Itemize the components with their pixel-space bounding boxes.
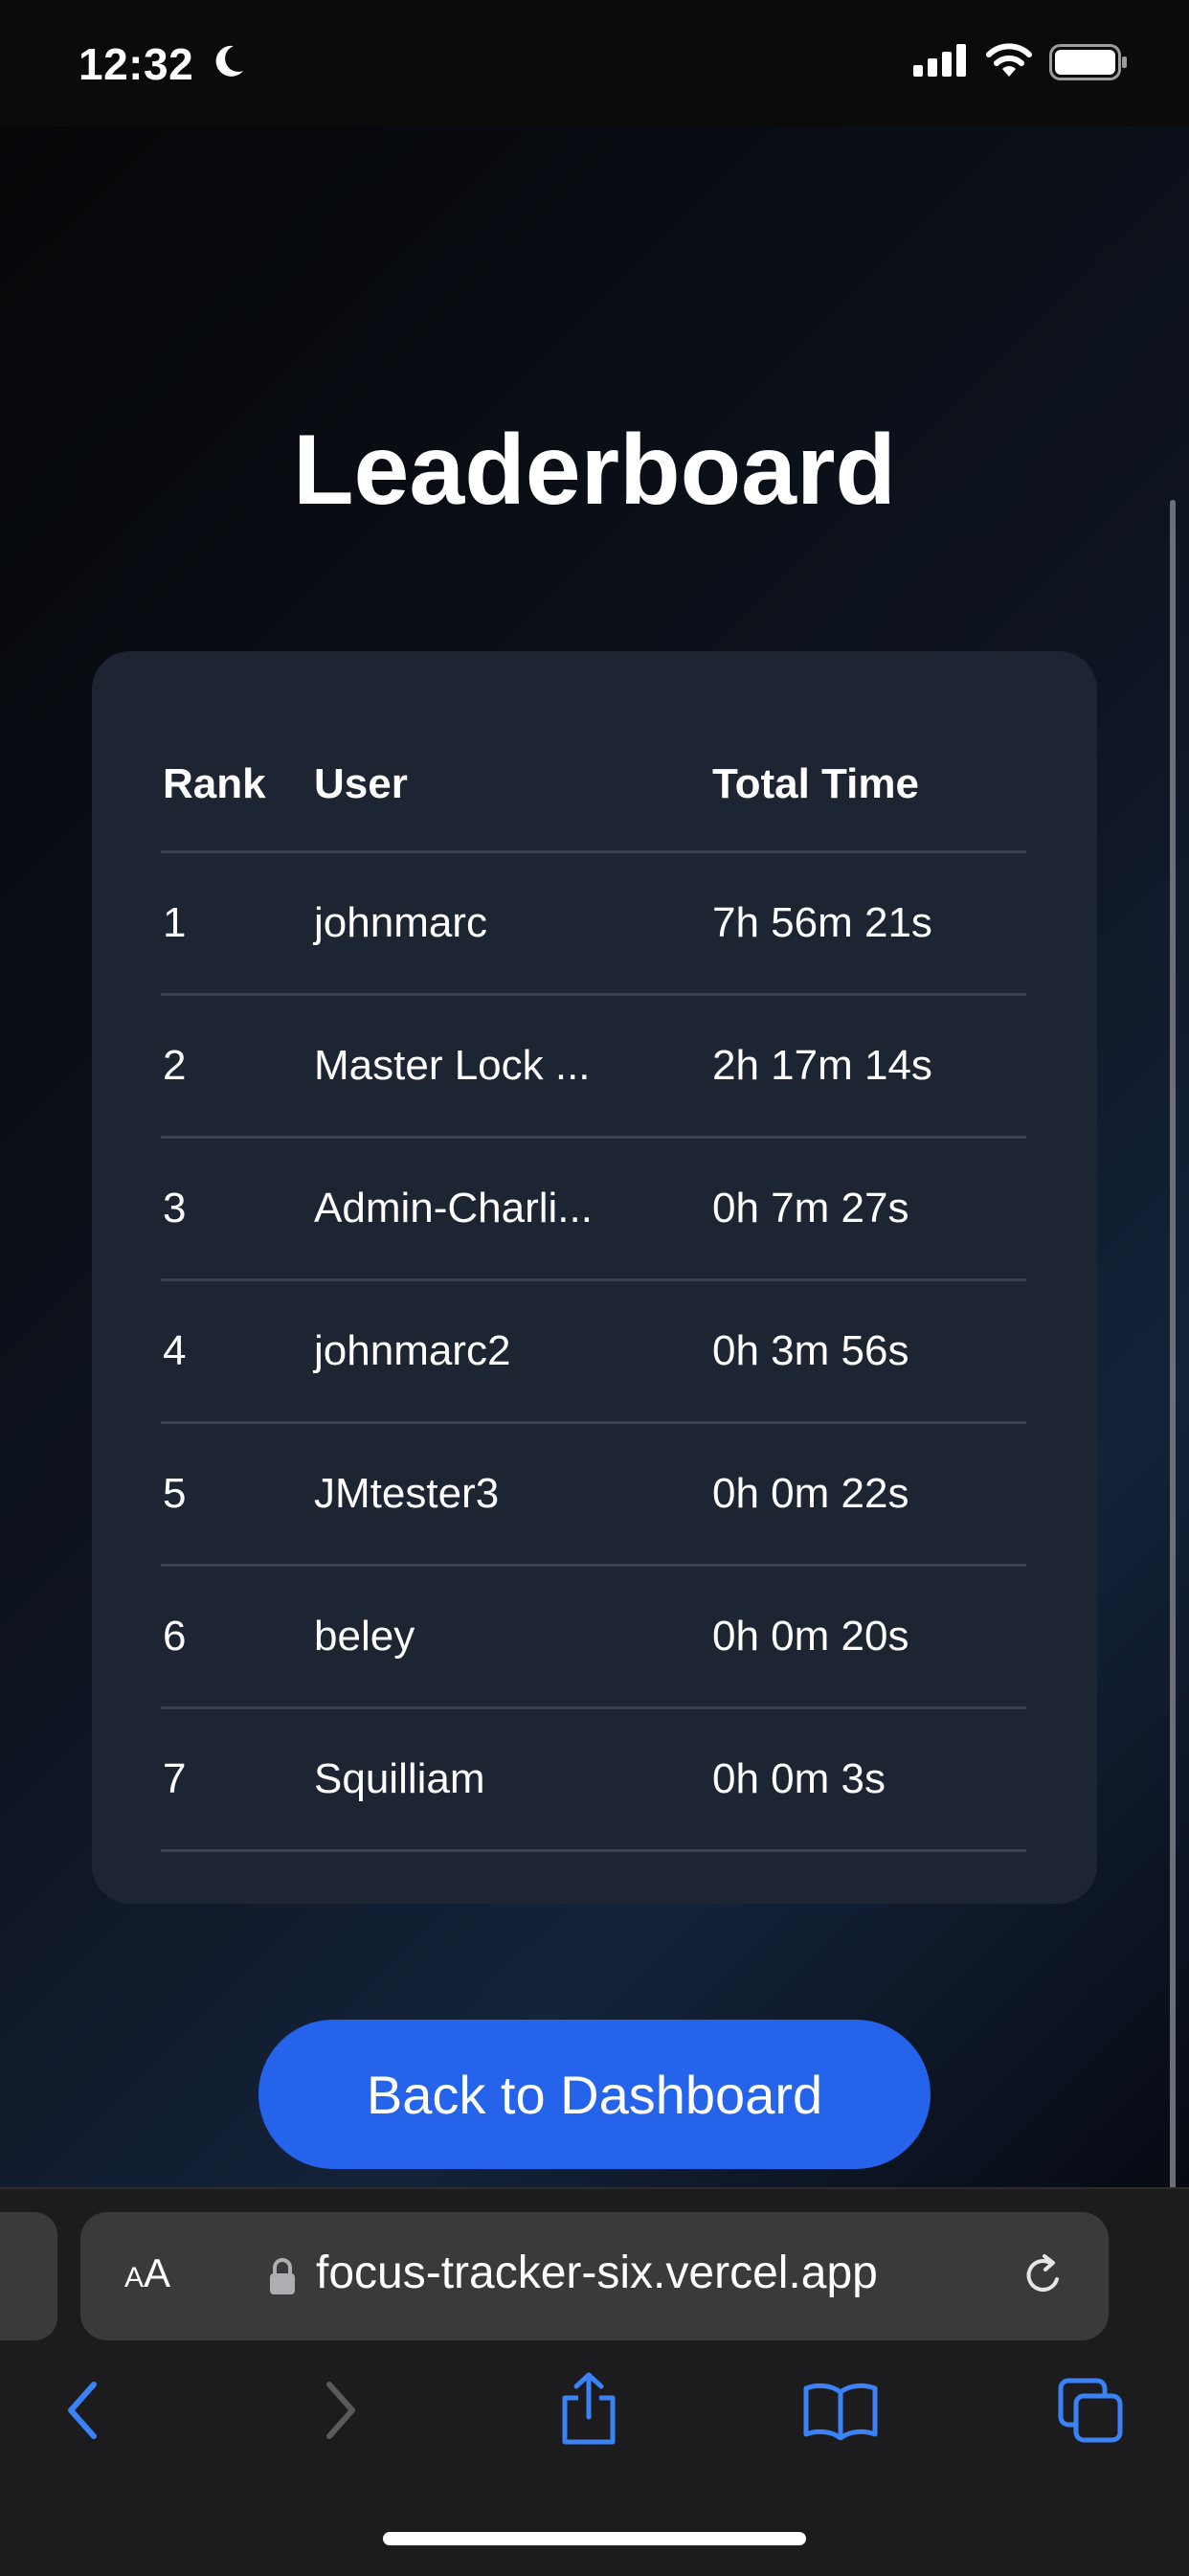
reload-icon[interactable] (1019, 2250, 1068, 2300)
bookmarks-icon[interactable] (802, 2381, 879, 2440)
time-cell: 0h 0m 22s (712, 1470, 909, 1517)
time-cell: 0h 0m 3s (712, 1755, 886, 1802)
table-row: 7 Squilliam 0h 0m 3s (161, 1709, 1026, 1852)
user-cell: Squilliam (314, 1755, 485, 1802)
user-cell: JMtester3 (314, 1470, 500, 1517)
back-to-dashboard-button[interactable]: Back to Dashboard (258, 2020, 931, 2169)
rank-cell: 4 (163, 1327, 187, 1374)
user-cell: johnmarc2 (314, 1327, 511, 1374)
table-row: 6 beley 0h 0m 20s (161, 1567, 1026, 1709)
signal-icon (913, 44, 966, 77)
page-title: Leaderboard (293, 415, 896, 526)
share-icon[interactable] (555, 2369, 622, 2446)
moon-icon (215, 45, 243, 77)
status-time: 12:32 (79, 39, 194, 89)
header-total-time: Total Time (712, 760, 919, 807)
time-cell: 2h 17m 14s (712, 1042, 932, 1089)
tabs-icon[interactable] (1057, 2377, 1126, 2446)
rank-cell: 7 (163, 1755, 187, 1802)
home-indicator[interactable] (383, 2532, 806, 2545)
rank-cell: 5 (163, 1470, 187, 1517)
table-row: 3 Admin-Charli... 0h 7m 27s (161, 1139, 1026, 1281)
back-icon[interactable] (61, 2377, 107, 2444)
forward-icon[interactable] (316, 2377, 362, 2444)
user-cell: Master Lock ... (314, 1042, 591, 1089)
user-cell: Admin-Charli... (314, 1185, 593, 1232)
time-cell: 7h 56m 21s (712, 899, 932, 946)
table-header-row: Rank User Total Time (161, 718, 1026, 853)
rank-cell: 1 (163, 899, 187, 946)
wifi-icon (986, 43, 1032, 77)
time-cell: 0h 7m 27s (712, 1185, 909, 1232)
time-cell: 0h 0m 20s (712, 1613, 909, 1660)
reader-settings-small-a: A (124, 2262, 145, 2294)
table-row: 1 johnmarc 7h 56m 21s (161, 853, 1026, 996)
lock-icon (270, 2258, 295, 2294)
url-text: focus-tracker-six.vercel.app (316, 2248, 878, 2298)
rank-cell: 2 (163, 1042, 187, 1089)
web-page: Leaderboard Rank User Total Time 1 johnm… (0, 126, 1189, 2300)
leaderboard-card: Rank User Total Time 1 johnmarc 7h 56m 2… (92, 651, 1097, 1904)
reader-settings-big-a: A (144, 2250, 171, 2295)
time-cell: 0h 3m 56s (712, 1327, 909, 1374)
vertical-scrollbar[interactable] (1170, 500, 1176, 2214)
table-row: 5 JMtester3 0h 0m 22s (161, 1424, 1026, 1567)
user-cell: johnmarc (314, 899, 487, 946)
leaderboard-table: Rank User Total Time 1 johnmarc 7h 56m 2… (161, 718, 1026, 1852)
rank-cell: 6 (163, 1613, 187, 1660)
header-user: User (314, 760, 408, 807)
table-row: 2 Master Lock ... 2h 17m 14s (161, 996, 1026, 1139)
user-cell: beley (314, 1613, 415, 1660)
status-bar: 12:32 (0, 0, 1189, 126)
previous-tab-address-bar[interactable] (0, 2212, 57, 2340)
rank-cell: 3 (163, 1185, 187, 1232)
reader-settings-button[interactable]: AA (124, 2250, 170, 2296)
address-bar[interactable]: AA focus-tracker-six.vercel.app (80, 2212, 1109, 2340)
header-rank: Rank (163, 760, 266, 807)
battery-icon (1049, 44, 1127, 80)
browser-toolbar: AA focus-tracker-six.vercel.app (0, 2187, 1189, 2576)
table-row: 4 johnmarc2 0h 3m 56s (161, 1281, 1026, 1424)
